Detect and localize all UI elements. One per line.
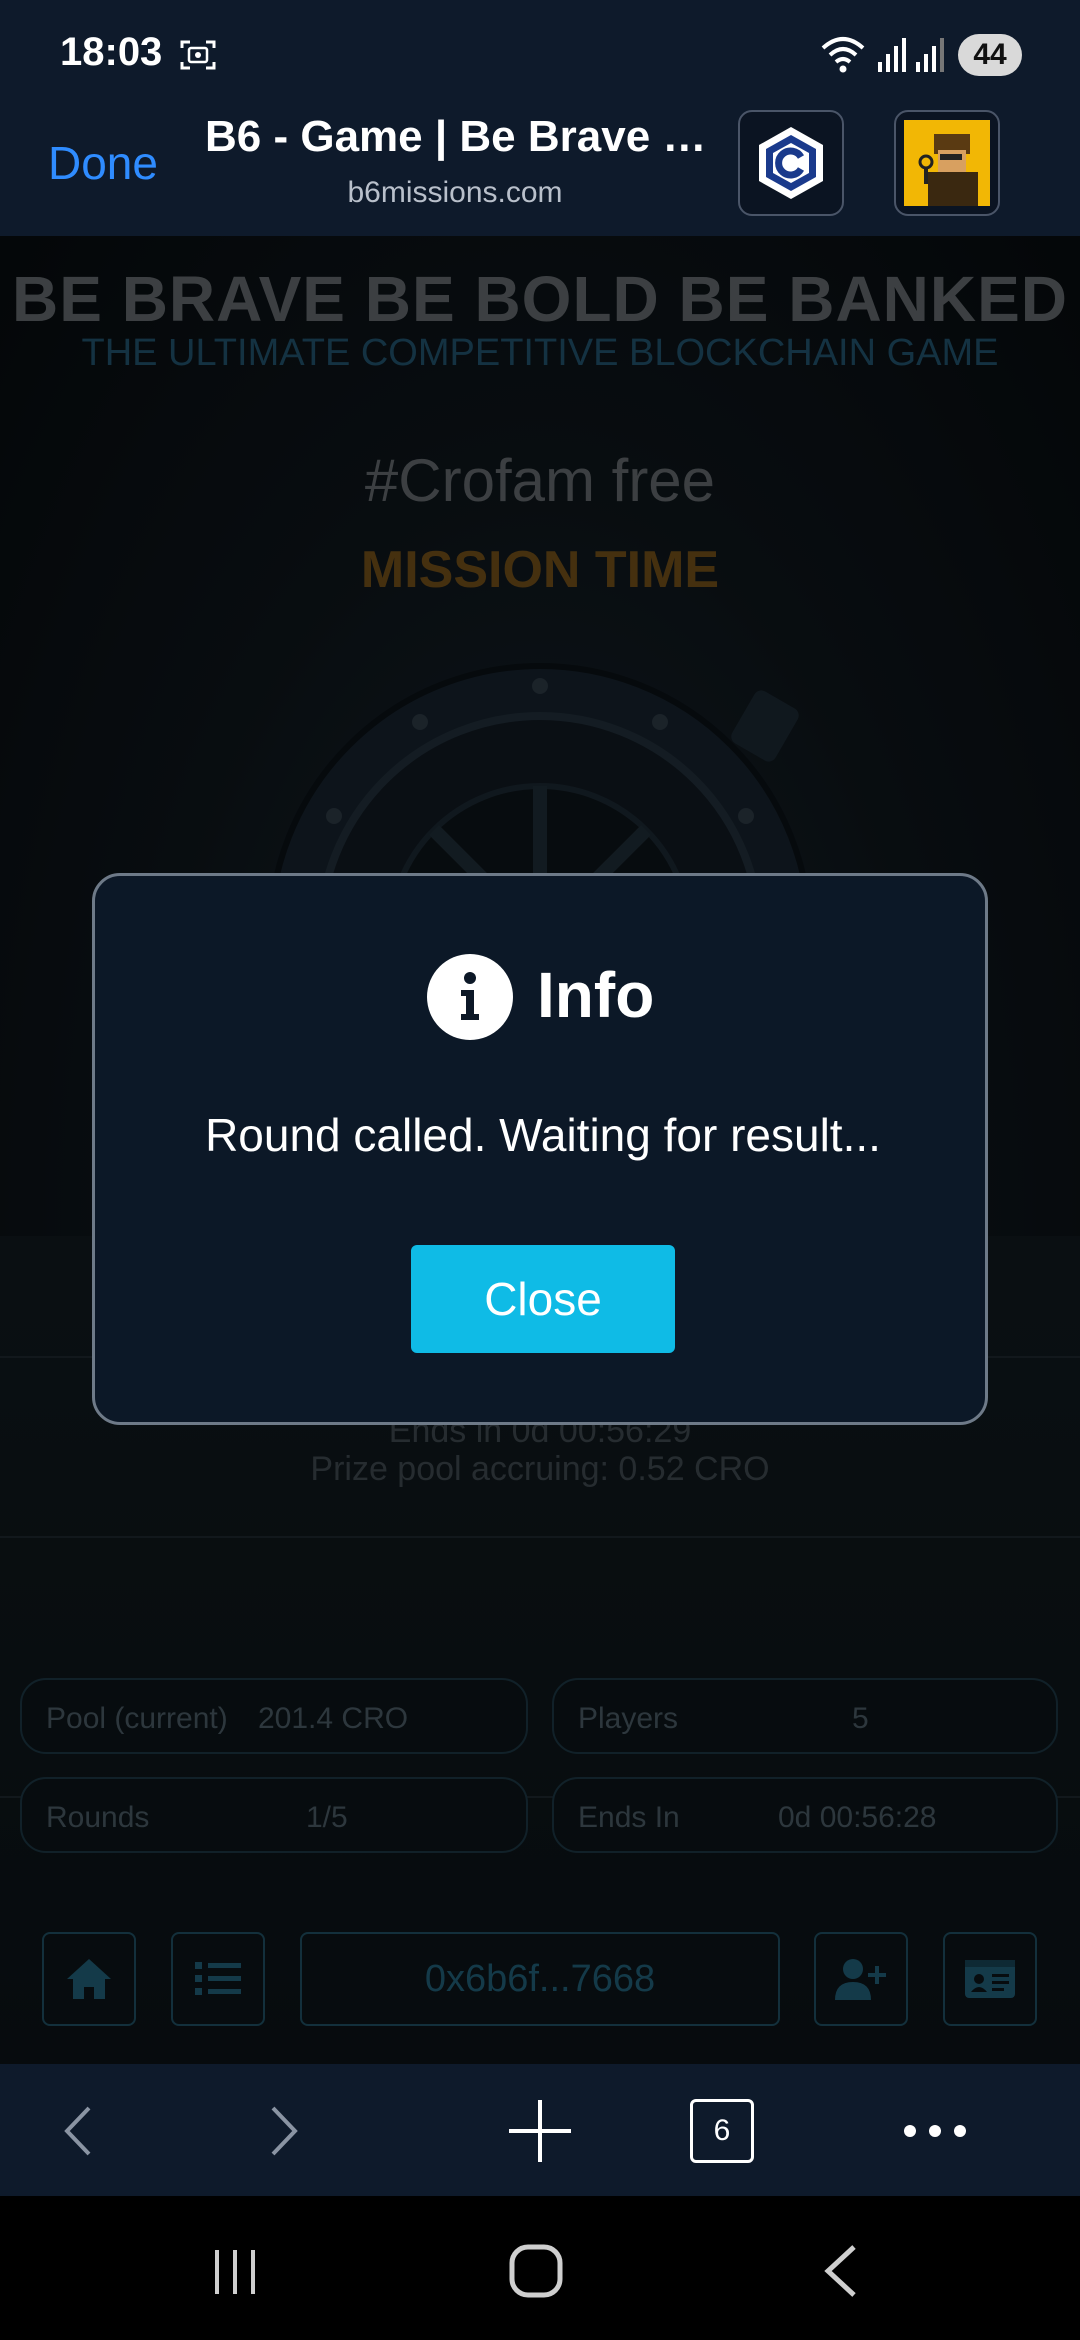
avatar: [904, 120, 990, 206]
cronos-logo-icon: [759, 127, 823, 199]
cronos-wallet-button[interactable]: [738, 110, 844, 216]
chevron-left-icon: [64, 2106, 91, 2156]
profile-avatar-button[interactable]: [894, 110, 1000, 216]
page-domain: b6missions.com: [347, 176, 563, 209]
page-title: B6 - Game | Be Brave Be Bold Be Banked: [205, 112, 725, 161]
status-bar: 18:03 44: [0, 0, 1080, 110]
home-nav-button[interactable]: [496, 2236, 576, 2306]
signal-icon: [878, 38, 906, 72]
back-button[interactable]: [48, 2098, 108, 2164]
signal-icon-2: [916, 38, 944, 72]
dialog-title: Info: [537, 959, 655, 1031]
system-navigation-bar: [0, 2196, 1080, 2340]
wifi-icon: [821, 37, 865, 73]
close-button[interactable]: Close: [411, 1245, 675, 1353]
plus-icon: [509, 2100, 571, 2162]
screenshot-icon: [180, 40, 216, 70]
done-button[interactable]: Done: [48, 136, 158, 190]
status-time: 18:03: [60, 30, 163, 74]
new-tab-button[interactable]: [505, 2098, 575, 2164]
info-dialog: Info Round called. Waiting for result...…: [92, 873, 988, 1425]
battery-indicator: 44: [958, 34, 1022, 76]
dialog-message: Round called. Waiting for result...: [205, 1109, 881, 1161]
more-icon: [904, 2125, 966, 2137]
recent-apps-icon: [215, 2250, 255, 2294]
tabs-button[interactable]: 6: [690, 2098, 754, 2164]
info-icon: [427, 954, 513, 1040]
home-circle-icon: [509, 2244, 563, 2298]
system-back-button[interactable]: [800, 2236, 880, 2306]
recent-apps-button[interactable]: [196, 2236, 276, 2306]
tab-count: 6: [690, 2099, 754, 2163]
browser-header: Done B6 - Game | Be Brave Be Bold Be Ban…: [0, 110, 1080, 236]
forward-button[interactable]: [254, 2098, 314, 2164]
browser-toolbar: 6: [0, 2064, 1080, 2196]
chevron-right-icon: [271, 2106, 298, 2156]
back-icon: [824, 2245, 856, 2297]
more-menu-button[interactable]: [900, 2098, 970, 2164]
